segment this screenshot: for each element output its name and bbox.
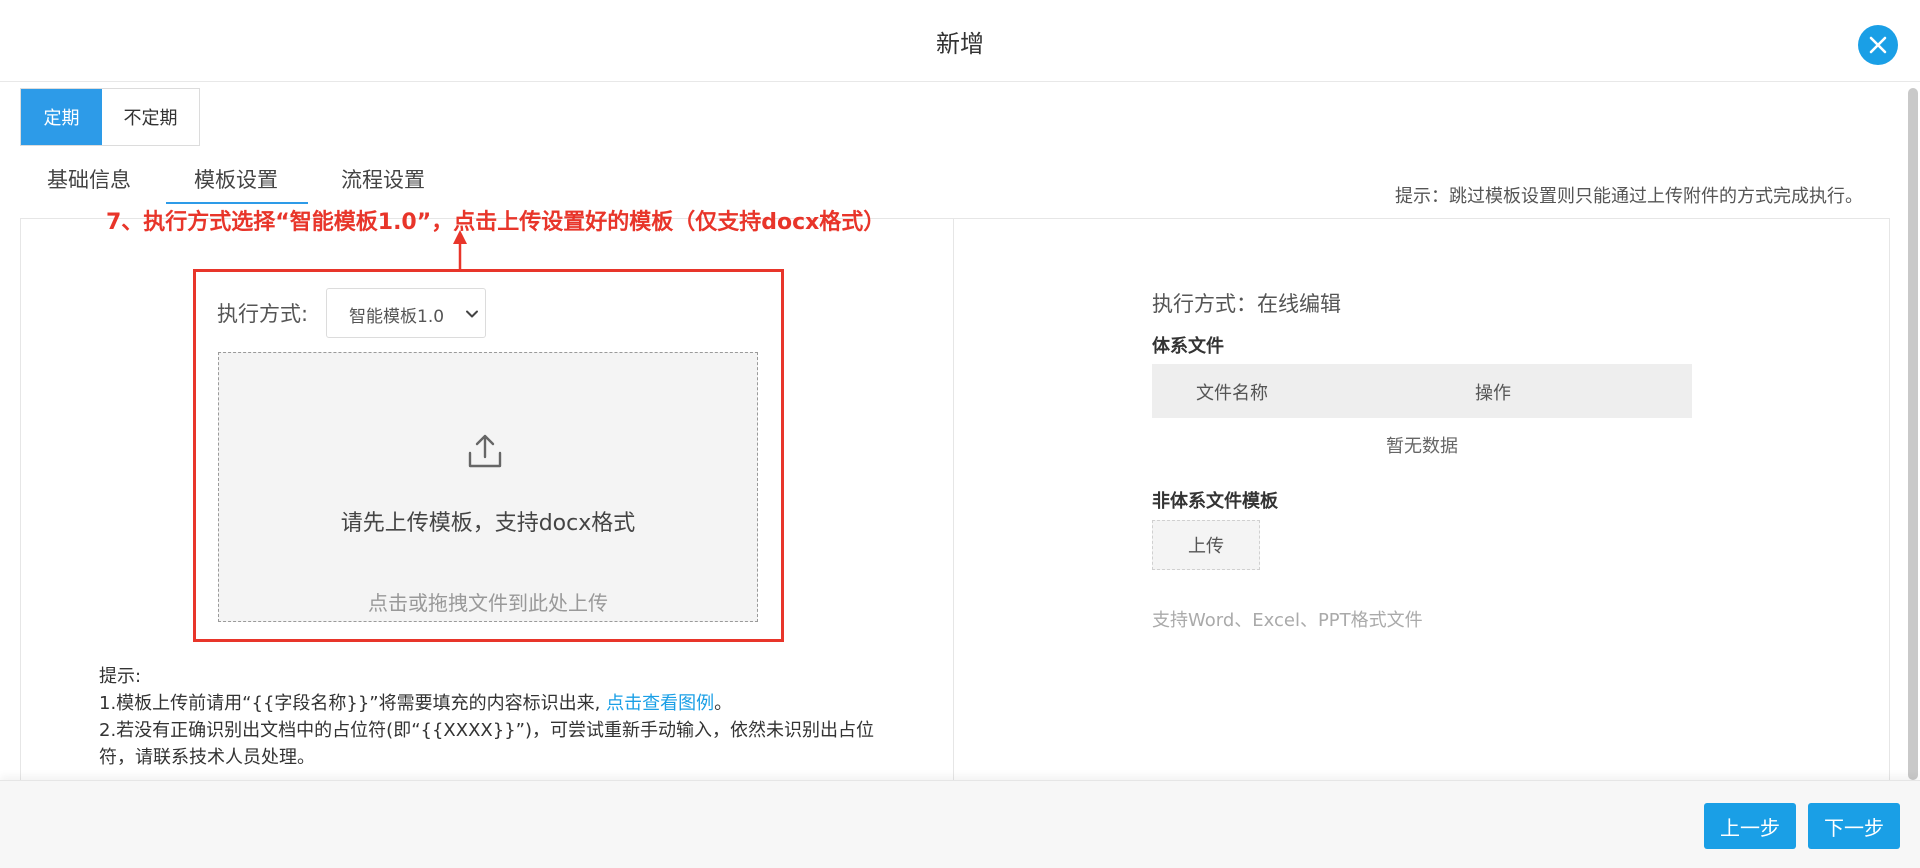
template-tips: 提示: 1.模板上传前请用“{{字段名称}}”将需要填充的内容标识出来, 点击查…	[99, 663, 889, 771]
tips-title: 提示:	[99, 666, 142, 687]
upload-button[interactable]: 上传	[1152, 520, 1260, 570]
annotation-instruction: 7、执行方式选择“智能模板1.0”，点击上传设置好的模板（仅支持docx格式）	[106, 210, 886, 235]
tip-1: 1.模板上传前请用“{{字段名称}}”将需要填充的内容标识出来, 点击查看图例。	[99, 690, 889, 717]
scrollbar[interactable]	[1908, 88, 1918, 780]
tab-template-settings[interactable]: 模板设置	[194, 164, 278, 194]
template-panel-right	[954, 218, 1890, 788]
dialog-header: 新增	[0, 0, 1920, 82]
column-action: 操作	[1475, 383, 1511, 404]
annotation-arrow-icon	[453, 230, 467, 272]
column-filename: 文件名称	[1196, 383, 1268, 404]
period-regular-button[interactable]: 定期	[21, 89, 102, 145]
period-toggle: 定期 不定期	[20, 88, 200, 146]
previous-step-button[interactable]: 上一步	[1704, 803, 1796, 849]
upload-instruction: 请先上传模板，支持docx格式	[340, 511, 636, 536]
tip-2: 2.若没有正确识别出文档中的占位符(即“{{XXXX}}”)，可尝试重新手动输入…	[99, 720, 874, 768]
tab-basic-info[interactable]: 基础信息	[47, 164, 131, 194]
template-upload-dropzone[interactable]: 请先上传模板，支持docx格式 点击或拖拽文件到此处上传	[218, 352, 758, 622]
dialog-footer: 上一步 下一步	[0, 780, 1920, 868]
next-step-button[interactable]: 下一步	[1808, 803, 1900, 849]
view-example-link[interactable]: 点击查看图例	[606, 693, 714, 714]
skip-template-hint: 提示：跳过模板设置则只能通过上传附件的方式完成执行。	[1395, 186, 1863, 207]
tip-1-text: 1.模板上传前请用“{{字段名称}}”将需要填充的内容标识出来,	[99, 693, 607, 714]
chevron-down-icon	[466, 310, 478, 318]
empty-table-text: 暂无数据	[1386, 436, 1458, 457]
system-files-title: 体系文件	[1152, 336, 1224, 357]
supported-formats-text: 支持Word、Excel、PPT格式文件	[1152, 610, 1423, 631]
tip-1-end: 。	[714, 693, 733, 714]
dialog-title: 新增	[936, 30, 984, 58]
online-edit-label: 执行方式：在线编辑	[1152, 292, 1341, 316]
dialog: 新增 定期 不定期 基础信息 模板设置 流程设置 提示：跳过模板设置则只能通过上…	[0, 0, 1920, 868]
period-irregular-button[interactable]: 不定期	[102, 89, 199, 145]
exec-mode-value: 智能模板1.0	[349, 307, 445, 327]
upload-icon	[468, 434, 502, 468]
close-button[interactable]	[1858, 25, 1898, 65]
exec-mode-label: 执行方式:	[217, 302, 309, 326]
upload-drag-hint: 点击或拖拽文件到此处上传	[368, 591, 608, 615]
system-files-table-header: 文件名称 操作	[1152, 364, 1692, 418]
tab-workflow-settings[interactable]: 流程设置	[341, 164, 425, 194]
exec-mode-select[interactable]: 智能模板1.0	[326, 288, 486, 338]
close-icon	[1869, 36, 1887, 54]
non-system-template-title: 非体系文件模板	[1152, 491, 1278, 512]
